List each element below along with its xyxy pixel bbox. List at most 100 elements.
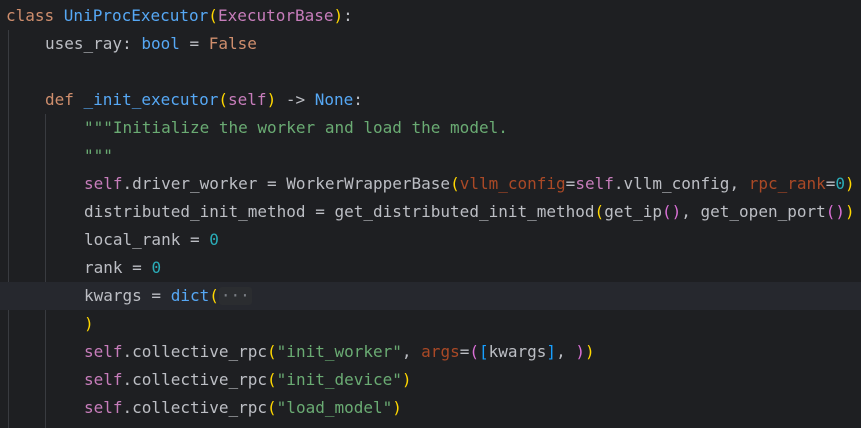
code-token: self xyxy=(228,90,267,109)
code-text: uses_ray: bool = False xyxy=(45,30,257,58)
code-line-2[interactable]: uses_ray: bool = False xyxy=(0,30,861,58)
code-text: ) xyxy=(84,310,94,338)
code-token: [ xyxy=(478,342,489,361)
code-token: .collective_rpc xyxy=(122,370,268,389)
code-token: self xyxy=(84,398,123,417)
code-token: ( xyxy=(208,6,218,25)
code-token: .vllm_config, xyxy=(613,174,749,193)
code-token: self xyxy=(84,370,123,389)
code-token: distributed_init_method = xyxy=(84,202,335,221)
code-token: uses_ray xyxy=(45,34,123,53)
code-token: 0 xyxy=(151,258,162,277)
code-token: ) xyxy=(392,398,402,417)
code-token: ) xyxy=(845,202,855,221)
code-token: 0 xyxy=(835,174,846,193)
code-text: kwargs = dict(··· xyxy=(84,282,252,310)
code-token: self xyxy=(84,174,123,193)
code-token: = xyxy=(825,174,836,193)
code-token: ) xyxy=(401,370,412,389)
code-token: "init_device" xyxy=(276,370,402,389)
code-text: """ xyxy=(84,142,113,170)
code-token: None xyxy=(314,90,354,109)
code-token: .collective_rpc xyxy=(122,342,268,361)
code-text: distributed_init_method = get_distribute… xyxy=(84,198,855,226)
code-line-8[interactable]: distributed_init_method = get_distribute… xyxy=(0,198,861,226)
code-line-4[interactable]: def _init_executor(self) -> None: xyxy=(0,86,861,114)
code-text: """Initialize the worker and load the mo… xyxy=(84,114,508,142)
code-token: local_rank = xyxy=(84,230,210,249)
code-text: self.collective_rpc("init_device") xyxy=(84,366,412,394)
code-line-13[interactable]: self.collective_rpc("init_worker", args=… xyxy=(0,338,861,366)
code-line-14[interactable]: self.collective_rpc("init_device") xyxy=(0,366,861,394)
code-token: rank = xyxy=(84,258,152,277)
code-token: ( xyxy=(450,174,460,193)
code-token: ( xyxy=(594,202,605,221)
code-line-7[interactable]: self.driver_worker = WorkerWrapperBase(v… xyxy=(0,170,861,198)
code-token: kwargs xyxy=(488,342,547,361)
code-line-3[interactable] xyxy=(0,58,861,86)
code-token: = xyxy=(565,174,576,193)
code-token: ExecutorBase xyxy=(217,6,334,25)
code-token: .driver_worker = xyxy=(122,174,287,193)
code-token: ] xyxy=(546,342,557,361)
code-line-5[interactable]: """Initialize the worker and load the mo… xyxy=(0,114,861,142)
code-token: ) xyxy=(575,342,585,361)
code-token: ) xyxy=(266,90,277,109)
code-token: ( xyxy=(218,90,229,109)
code-line-11-current[interactable]: kwargs = dict(··· xyxy=(0,282,861,310)
code-line-10[interactable]: rank = 0 xyxy=(0,254,861,282)
code-text: self.collective_rpc("load_model") xyxy=(84,394,402,422)
code-token: vllm_config xyxy=(459,174,566,193)
code-token: self xyxy=(84,342,123,361)
code-line-12[interactable]: ) xyxy=(0,310,861,338)
code-token: def xyxy=(45,90,84,109)
code-token: ( xyxy=(267,370,277,389)
code-text: rank = 0 xyxy=(84,254,161,282)
code-token: kwargs = xyxy=(84,286,171,305)
folded-region-icon[interactable]: ··· xyxy=(218,287,252,305)
code-line-1[interactable]: class UniProcExecutor(ExecutorBase): xyxy=(0,2,861,30)
code-token: dict xyxy=(170,286,210,305)
code-token: , xyxy=(681,202,701,221)
code-token: class xyxy=(6,6,64,25)
code-token: 0 xyxy=(209,230,219,249)
code-token: ( xyxy=(267,342,277,361)
code-token: = xyxy=(459,342,470,361)
code-token: UniProcExecutor xyxy=(63,6,209,25)
code-token: self xyxy=(575,174,614,193)
code-token: False xyxy=(208,34,257,53)
code-token: args xyxy=(421,342,460,361)
code-token: get_distributed_init_method xyxy=(334,202,595,221)
code-text: self.driver_worker = WorkerWrapperBase(v… xyxy=(84,170,855,198)
code-text: class UniProcExecutor(ExecutorBase): xyxy=(6,2,353,30)
code-token: "init_worker" xyxy=(276,342,402,361)
code-token: WorkerWrapperBase xyxy=(286,174,451,193)
code-token: : xyxy=(343,6,353,25)
code-token: _init_executor xyxy=(83,90,219,109)
code-token: """ xyxy=(84,146,113,165)
code-token: get_open_port xyxy=(700,202,826,221)
code-token: () xyxy=(661,202,682,221)
code-token: ) xyxy=(845,174,855,193)
code-line-15[interactable]: self.collective_rpc("load_model") xyxy=(0,394,861,422)
code-token: """Initialize the worker and load the mo… xyxy=(84,118,508,137)
code-token: () xyxy=(825,202,846,221)
code-token: get_ip xyxy=(604,202,662,221)
code-token: ) xyxy=(84,314,94,333)
code-text: local_rank = 0 xyxy=(84,226,219,254)
code-token: : xyxy=(122,34,142,53)
code-token: , xyxy=(556,342,576,361)
code-token: : xyxy=(353,90,363,109)
code-line-9[interactable]: local_rank = 0 xyxy=(0,226,861,254)
code-line-6[interactable]: """ xyxy=(0,142,861,170)
code-token: ) xyxy=(584,342,595,361)
code-token: rpc_rank xyxy=(748,174,826,193)
code-token: ( xyxy=(267,398,277,417)
code-token: ( xyxy=(469,342,479,361)
code-text: def _init_executor(self) -> None: xyxy=(45,86,363,114)
code-token: .collective_rpc xyxy=(122,398,268,417)
code-token: ) xyxy=(333,6,344,25)
code-editor[interactable]: class UniProcExecutor(ExecutorBase): use… xyxy=(0,0,861,428)
code-token: bool xyxy=(141,34,180,53)
code-token: = xyxy=(179,34,209,53)
